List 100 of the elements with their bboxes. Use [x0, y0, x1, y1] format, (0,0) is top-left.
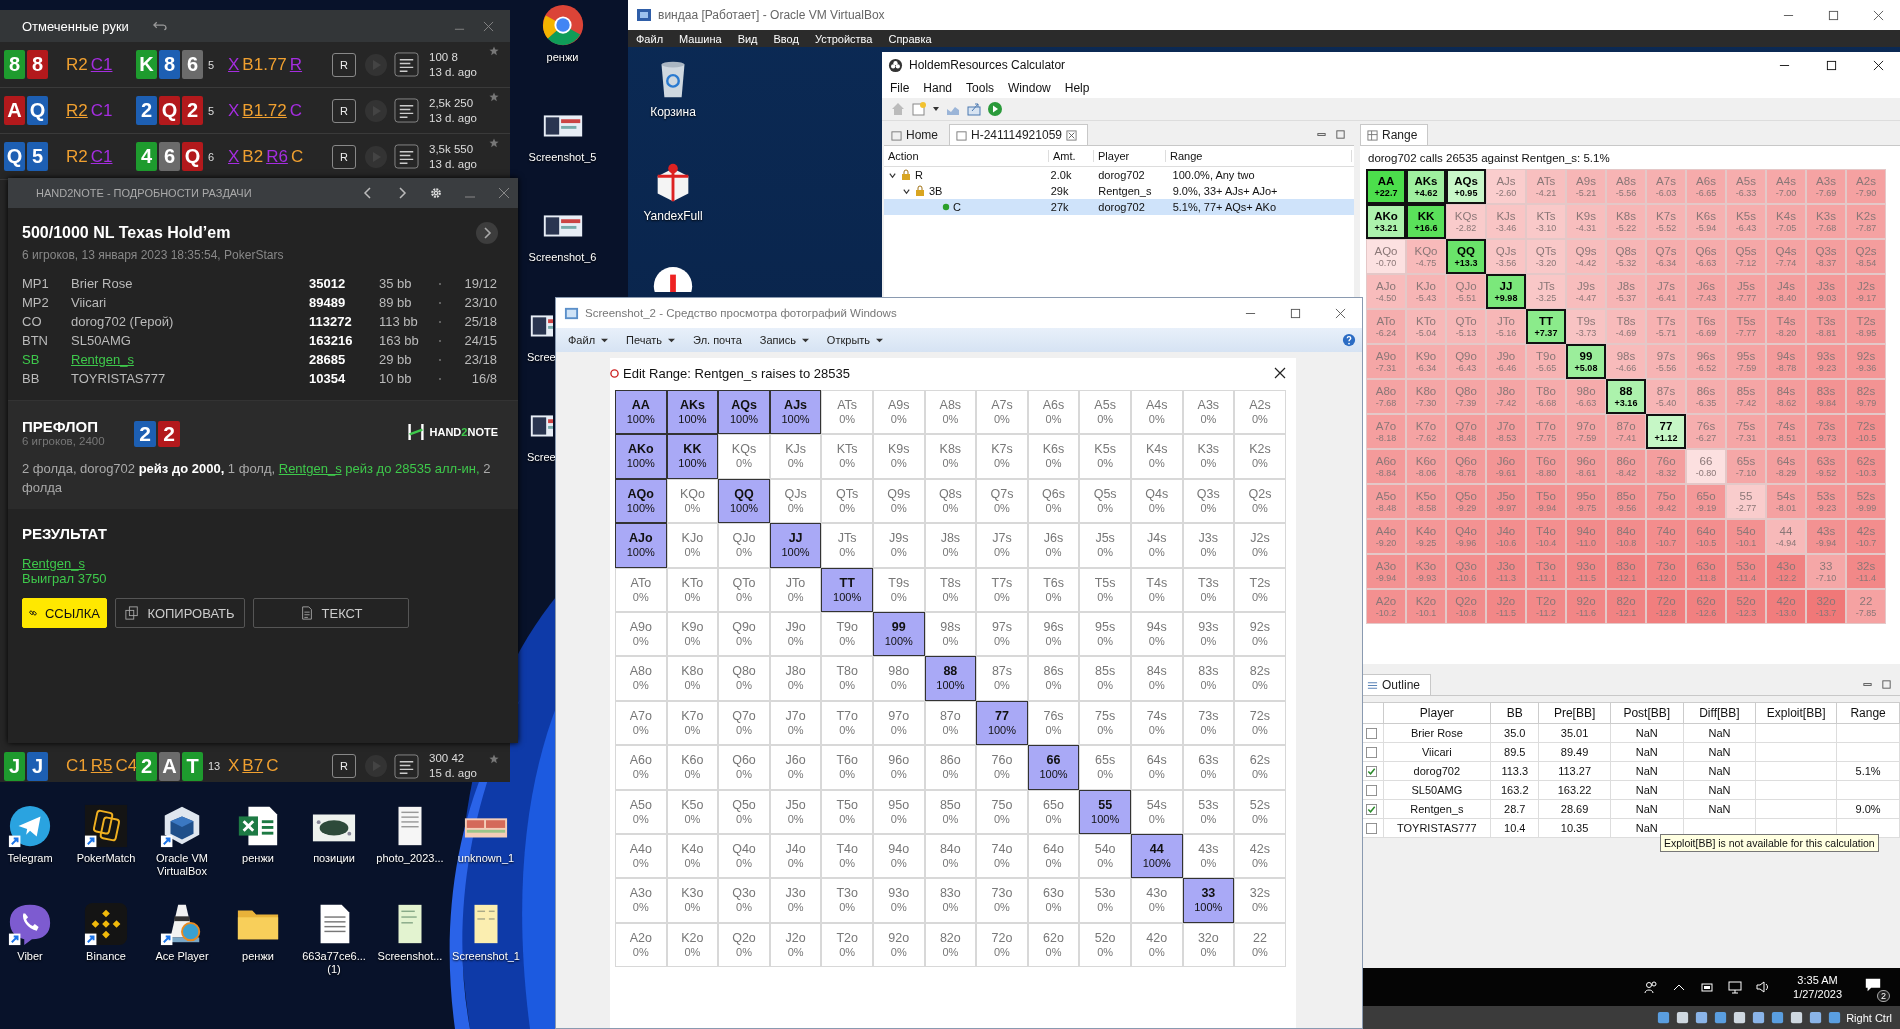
hand-cell[interactable]: A2o 0%: [615, 922, 667, 968]
hand-cell[interactable]: Q8s 0%: [924, 478, 977, 524]
bet-code[interactable]: C1: [90, 100, 113, 121]
hand-cell[interactable]: A9o 0%: [615, 611, 667, 657]
tab[interactable]: Range: [1360, 124, 1429, 145]
hand-cell[interactable]: A3o 0%: [615, 878, 667, 923]
notes-icon[interactable]: [394, 98, 419, 123]
bet-code[interactable]: X: [228, 100, 240, 121]
hand-cell[interactable]: J6o 0%: [769, 745, 822, 790]
hand-cell[interactable]: KK +16.6: [1406, 204, 1446, 239]
hand-cell[interactable]: ATo 0%: [615, 567, 667, 612]
hand-cell[interactable]: K7s -5.52: [1646, 204, 1686, 239]
hand-cell[interactable]: JTs -3.25: [1526, 274, 1566, 309]
hand-cell[interactable]: AKo +3.21: [1366, 204, 1406, 239]
hand-cell[interactable]: KQo -4.75: [1406, 239, 1446, 274]
menu-item[interactable]: File: [890, 81, 910, 95]
hand-cell[interactable]: AKo 100%: [615, 434, 667, 479]
hand-cell[interactable]: AQs 100%: [718, 390, 770, 435]
column-header[interactable]: Action: [884, 150, 1049, 162]
hand-cell[interactable]: JJ 100%: [769, 523, 822, 568]
hand-cell[interactable]: 54s 0%: [1130, 789, 1183, 834]
hand-cell[interactable]: T7s -5.71: [1646, 309, 1686, 344]
hand-cell[interactable]: 73s 0%: [1182, 700, 1235, 746]
hand-cell[interactable]: J8o 0%: [769, 656, 822, 701]
hand-cell[interactable]: 95s 0%: [1079, 611, 1131, 657]
hand-cell[interactable]: K2o 0%: [666, 922, 719, 968]
hand-cell[interactable]: 72o 0%: [976, 922, 1028, 968]
hand-cell[interactable]: 93o 0%: [872, 878, 925, 923]
hand-cell[interactable]: 52s 0%: [1234, 789, 1286, 834]
hand-cell[interactable]: 53o 0%: [1079, 878, 1131, 923]
hand-cell[interactable]: T6o 0%: [821, 745, 873, 790]
checkbox[interactable]: [1366, 727, 1378, 739]
bet-code[interactable]: R5: [90, 756, 113, 776]
star-icon[interactable]: [489, 92, 499, 102]
player-name[interactable]: Brier Rose: [71, 276, 133, 291]
hand-cell[interactable]: 97o 0%: [872, 700, 925, 746]
hand-cell[interactable]: Q6s 0%: [1027, 478, 1080, 524]
hand-cell[interactable]: K6o 0%: [666, 745, 719, 790]
hand-cell[interactable]: 53s 0%: [1182, 789, 1235, 834]
checkbox[interactable]: [1366, 765, 1378, 777]
bet-code[interactable]: R2: [66, 100, 88, 121]
hand-cell[interactable]: QQ +13.3: [1446, 239, 1486, 274]
hand-cell[interactable]: KQo 0%: [666, 478, 719, 524]
hand-cell[interactable]: A6s 0%: [1027, 390, 1080, 435]
bet-code[interactable]: B1.77: [242, 54, 287, 75]
hand-cell[interactable]: 96o 0%: [872, 745, 925, 790]
chevron-right-icon[interactable]: [396, 187, 408, 199]
hand-cell[interactable]: Q9o 0%: [718, 611, 770, 657]
hand-cell[interactable]: 54o 0%: [1079, 833, 1131, 879]
replay-button[interactable]: R: [332, 144, 356, 169]
hand-cell[interactable]: T4o 0%: [821, 833, 873, 879]
hand-cell[interactable]: Q3o 0%: [718, 878, 770, 923]
maximize-icon[interactable]: [1290, 307, 1301, 319]
hand-cell[interactable]: QTs 0%: [821, 478, 873, 524]
hand-cell[interactable]: 86s 0%: [1027, 656, 1080, 701]
status-icon[interactable]: [1675, 1010, 1691, 1025]
hand-cell[interactable]: 77 100%: [976, 700, 1028, 746]
caret-icon[interactable]: [601, 336, 609, 344]
hand-cell[interactable]: T2s 0%: [1234, 567, 1286, 612]
bet-code[interactable]: C1: [90, 146, 113, 167]
status-icon[interactable]: [1656, 1010, 1672, 1025]
hand-cell[interactable]: AKs 100%: [666, 390, 719, 435]
star-icon[interactable]: [489, 138, 499, 148]
status-icon[interactable]: [1770, 1010, 1786, 1025]
hand-cell[interactable]: 43o 0%: [1130, 878, 1183, 923]
bet-code[interactable]: C4: [115, 756, 138, 776]
hand-cell[interactable]: 63o 0%: [1027, 878, 1080, 923]
bet-code[interactable]: X: [228, 54, 240, 75]
hand-cell[interactable]: K8s -5.22: [1606, 204, 1646, 239]
tree-row[interactable]: C 27k dorog702 5.1%, 77+ AQs+ AKo: [884, 199, 1354, 215]
menu-item[interactable]: Печать: [626, 334, 676, 346]
maximize-icon[interactable]: [1828, 9, 1839, 21]
hand-cell[interactable]: KTo -5.04: [1406, 309, 1446, 344]
hand-cell[interactable]: J5o 0%: [769, 789, 822, 834]
hand-cell[interactable]: 32s 0%: [1234, 878, 1286, 923]
hand-cell[interactable]: T9s -3.73: [1566, 309, 1606, 344]
hand-cell[interactable]: J3o 0%: [769, 878, 822, 923]
hand-cell[interactable]: 42o 0%: [1130, 922, 1183, 968]
hand-cell[interactable]: 87o 0%: [924, 700, 977, 746]
hand-cell[interactable]: 98s -4.66: [1606, 344, 1646, 379]
hand-cell[interactable]: A7s -6.03: [1646, 169, 1686, 204]
hand-cell[interactable]: 52o 0%: [1079, 922, 1131, 968]
menu-item[interactable]: Эл. почта: [693, 334, 742, 346]
hand-cell[interactable]: AQo 100%: [615, 478, 667, 524]
hand-cell[interactable]: 65o 0%: [1027, 789, 1080, 834]
column-header[interactable]: Exploit[BB]: [1755, 702, 1837, 724]
hand-cell[interactable]: JTo -5.16: [1486, 309, 1526, 344]
settings-icon[interactable]: [430, 187, 442, 199]
hand-cell[interactable]: T3s 0%: [1182, 567, 1235, 612]
hand-cell[interactable]: 74o 0%: [976, 833, 1028, 879]
hand-cell[interactable]: 75s 0%: [1079, 700, 1131, 746]
hand-cell[interactable]: K9o 0%: [666, 611, 719, 657]
hand-cell[interactable]: 32o 0%: [1182, 922, 1235, 968]
export-icon[interactable]: [966, 101, 982, 117]
hand-cell[interactable]: T5s 0%: [1079, 567, 1131, 612]
hand-cell[interactable]: A8o 0%: [615, 656, 667, 701]
hand-cell[interactable]: KK 100%: [666, 434, 719, 479]
bet-code[interactable]: R2: [66, 146, 88, 167]
hand-cell[interactable]: AJs -2.60: [1486, 169, 1526, 204]
hand-cell[interactable]: 44 100%: [1130, 833, 1183, 879]
